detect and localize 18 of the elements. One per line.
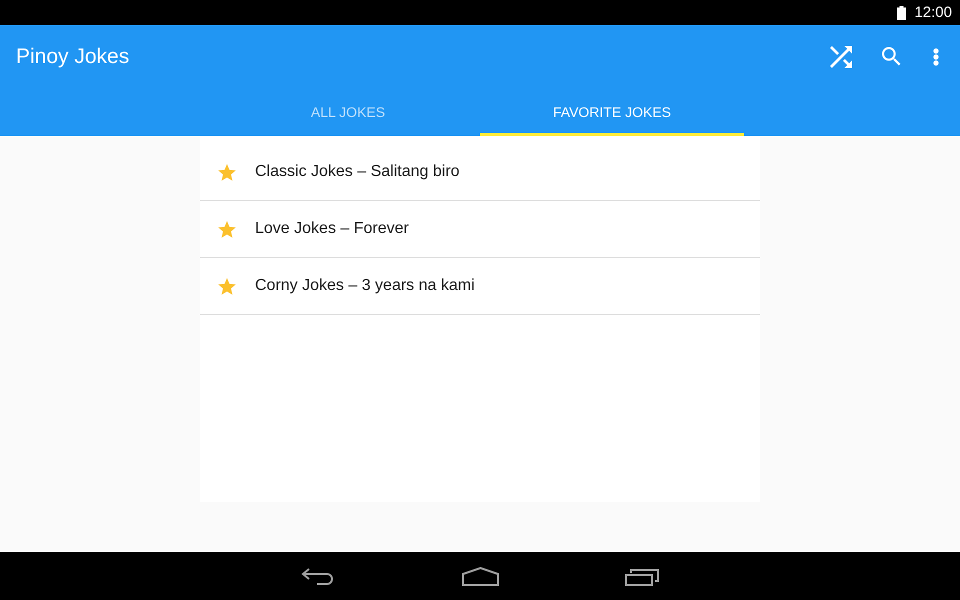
joke-list-item[interactable]: Classic Jokes – Salitang biro	[200, 144, 760, 201]
recent-apps-icon	[624, 566, 660, 586]
clock-time: 12:00	[914, 5, 952, 20]
search-icon	[882, 47, 900, 66]
joke-list-item[interactable]: Love Jokes – Forever	[200, 201, 760, 258]
star-icon[interactable]	[218, 164, 236, 180]
star-icon[interactable]	[218, 278, 236, 294]
shuffle-icon	[828, 46, 854, 68]
home-icon	[462, 566, 498, 586]
star-icon[interactable]	[218, 220, 236, 238]
joke-title: Corny Jokes – 3 years na kami	[255, 276, 475, 296]
battery-icon	[897, 6, 906, 20]
back-arrow-icon	[301, 567, 335, 585]
joke-title: Love Jokes – Forever	[255, 219, 409, 239]
app-title: Pinoy Jokes	[16, 44, 130, 70]
joke-list-item[interactable]: Corny Jokes – 3 years na kami	[200, 258, 760, 315]
joke-title: Classic Jokes – Salitang biro	[255, 162, 460, 182]
more-options-icon	[933, 48, 939, 66]
